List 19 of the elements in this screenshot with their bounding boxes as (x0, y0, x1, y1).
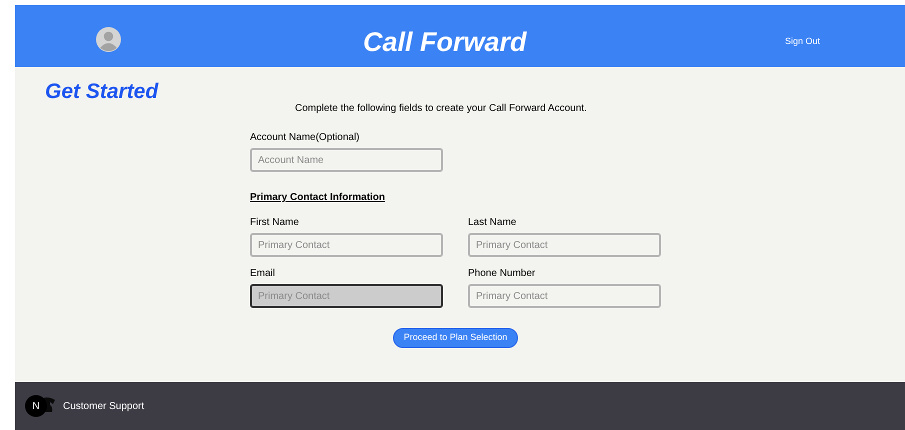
field-label: Last Name (468, 216, 518, 230)
input-field[interactable]: Primary Contact (468, 233, 661, 257)
section-title: Primary Contact Information (250, 191, 386, 205)
field-label: Account Name(Optional) (250, 131, 360, 145)
input-field[interactable]: Primary Contact (468, 284, 661, 308)
field-label: First Name (250, 216, 300, 230)
dev-badge[interactable]: N (25, 395, 47, 417)
app-title: Call Forward (363, 26, 527, 59)
sign-out-link[interactable]: Sign Out (785, 35, 820, 48)
field-label: Email (250, 267, 276, 281)
input-field[interactable]: Primary Contact (250, 284, 443, 308)
input-field[interactable]: Primary Contact (250, 233, 443, 257)
proceed-button[interactable]: Proceed to Plan Selection (393, 328, 518, 348)
page-heading: Get Started (45, 79, 158, 105)
input-field[interactable]: Account Name (250, 148, 443, 172)
intro-text: Complete the following fields to create your Call Forward Account. (295, 102, 588, 116)
customer-support-link[interactable]: Customer Support (63, 398, 144, 414)
avatar-icon (96, 27, 121, 52)
field-label: Phone Number (468, 267, 536, 281)
